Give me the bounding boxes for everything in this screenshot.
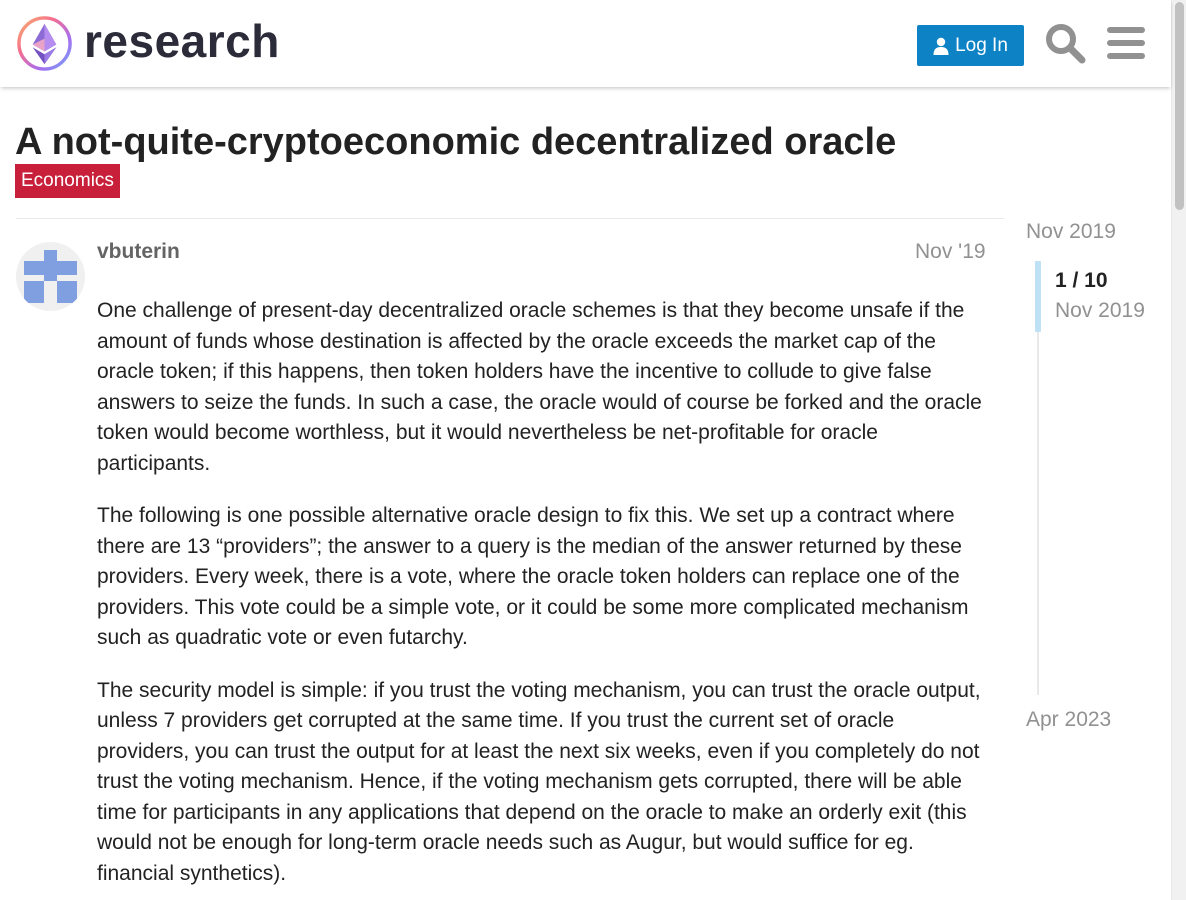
site-logo[interactable]: research bbox=[16, 15, 280, 72]
post-paragraph: The following is one possible alternativ… bbox=[97, 504, 969, 649]
hamburger-menu-icon[interactable] bbox=[1107, 26, 1145, 60]
login-label: Log In bbox=[955, 34, 1008, 56]
identicon-icon bbox=[24, 250, 77, 303]
timeline-position: 1 / 10 bbox=[1055, 269, 1108, 292]
site-name: research bbox=[84, 14, 280, 67]
post-date[interactable]: Nov '19 bbox=[915, 240, 986, 264]
page-scrollbar[interactable] bbox=[1171, 0, 1186, 900]
timeline-scroll-handle[interactable] bbox=[1035, 261, 1041, 332]
topic-title[interactable]: A not-quite-cryptoeconomic decentralized… bbox=[15, 120, 896, 164]
category-badge[interactable]: Economics bbox=[15, 164, 120, 198]
post-paragraph: The security model is simple: if you tru… bbox=[97, 678, 981, 885]
post-divider bbox=[16, 218, 1004, 219]
timeline-end-date[interactable]: Apr 2023 bbox=[1026, 708, 1111, 732]
timeline-start-date[interactable]: Nov 2019 bbox=[1026, 220, 1116, 244]
post-author[interactable]: vbuterin bbox=[97, 240, 180, 264]
site-header: research Log In bbox=[0, 0, 1171, 87]
user-icon bbox=[933, 37, 949, 55]
scrollbar-thumb[interactable] bbox=[1175, 2, 1184, 210]
ethereum-logo-icon bbox=[17, 16, 72, 71]
search-icon[interactable] bbox=[1044, 22, 1086, 64]
post-paragraph: One challenge of present-day decentraliz… bbox=[97, 299, 982, 475]
post-body: One challenge of present-day decentraliz… bbox=[97, 296, 992, 900]
timeline-position-date: Nov 2019 bbox=[1055, 299, 1145, 322]
login-button[interactable]: Log In bbox=[917, 25, 1024, 66]
avatar[interactable] bbox=[16, 242, 85, 311]
